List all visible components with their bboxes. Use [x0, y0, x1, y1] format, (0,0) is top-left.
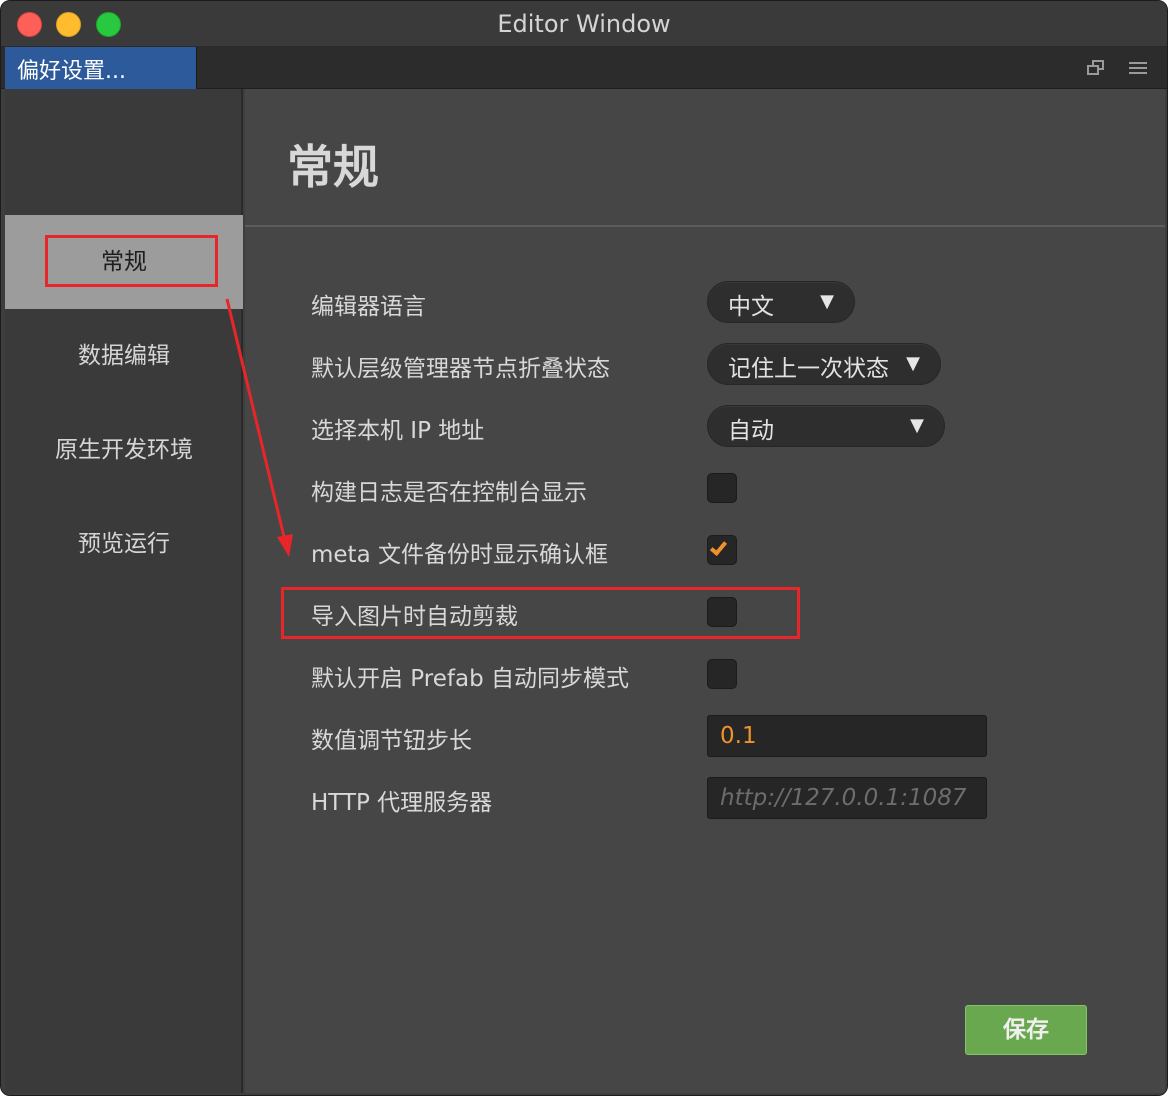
build-log-checkbox[interactable] [707, 473, 737, 503]
editor-language-select[interactable]: 中文 ▼ [707, 281, 855, 323]
sidebar-item-native-dev-env[interactable]: 原生开发环境 [5, 403, 243, 497]
step-input[interactable]: 0.1 [707, 715, 987, 757]
editor-window: Editor Window 偏好设置... 常规 数据编辑 原生开发环境 预览运… [0, 0, 1168, 1096]
dropdown-arrow-icon: ▼ [906, 353, 920, 374]
setting-label-editor-language: 编辑器语言 [311, 294, 426, 320]
title-divider [245, 225, 1165, 227]
window-title: Editor Window [497, 10, 671, 38]
setting-label-step: 数值调节钮步长 [311, 728, 472, 754]
setting-label-http-proxy: HTTP 代理服务器 [311, 790, 493, 816]
dropdown-arrow-icon: ▼ [910, 415, 924, 436]
page-title: 常规 [287, 140, 379, 194]
prefab-sync-checkbox[interactable] [707, 659, 737, 689]
setting-label-prefab-sync: 默认开启 Prefab 自动同步模式 [311, 666, 629, 692]
hamburger-menu-icon[interactable] [1127, 57, 1149, 79]
setting-label-meta-backup: meta 文件备份时显示确认框 [311, 542, 608, 568]
popout-icon[interactable] [1085, 57, 1107, 79]
http-proxy-input[interactable]: http://127.0.0.1:1087 [707, 777, 987, 819]
annotation-box-general [45, 235, 218, 287]
setting-label-local-ip: 选择本机 IP 地址 [311, 418, 485, 444]
dropdown-arrow-icon: ▼ [820, 291, 834, 312]
hierarchy-collapse-select[interactable]: 记住上一次状态 ▼ [707, 343, 941, 385]
sidebar-item-data-editing[interactable]: 数据编辑 [5, 309, 243, 403]
local-ip-select[interactable]: 自动 ▼ [707, 405, 945, 447]
meta-backup-checkbox[interactable] [707, 535, 737, 565]
select-value: 中文 [728, 294, 774, 320]
select-value: 自动 [728, 418, 774, 444]
tab-preferences[interactable]: 偏好设置... [5, 47, 197, 89]
setting-label-build-log: 构建日志是否在控制台显示 [311, 480, 587, 506]
sidebar-item-preview-run[interactable]: 预览运行 [5, 497, 243, 591]
annotation-box-auto-trim [281, 587, 800, 639]
checkmark-icon [709, 537, 728, 557]
tab-bar: 偏好设置... [1, 47, 1167, 89]
save-button[interactable]: 保存 [965, 1005, 1087, 1055]
select-value: 记住上一次状态 [728, 356, 889, 382]
title-bar: Editor Window [1, 1, 1167, 47]
setting-label-hierarchy-collapse: 默认层级管理器节点折叠状态 [311, 356, 610, 382]
